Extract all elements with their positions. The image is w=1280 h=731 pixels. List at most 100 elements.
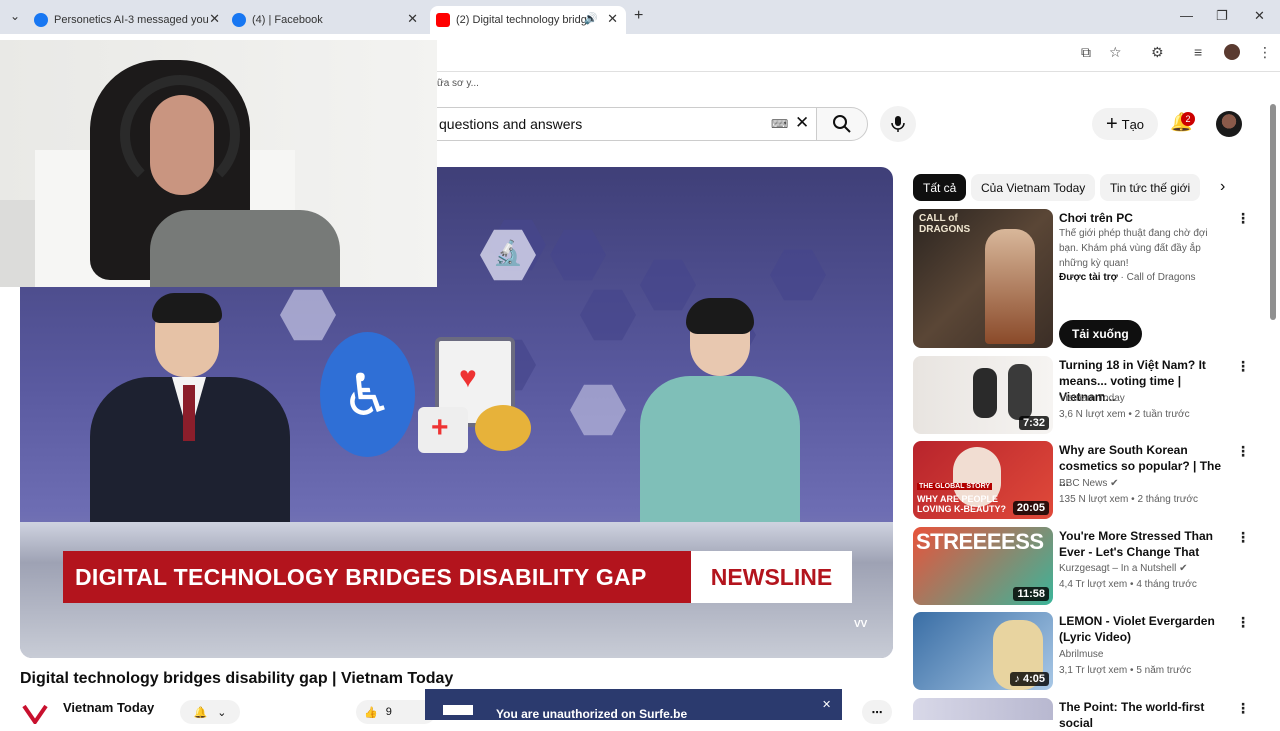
voice-search-button[interactable]	[880, 106, 916, 142]
related-channel[interactable]: Abrilmuse	[1059, 649, 1103, 660]
chip-vietnam-today[interactable]: Của Vietnam Today	[971, 174, 1096, 201]
browser-menu-icon[interactable]: ⋮	[1258, 44, 1272, 61]
related-more-icon[interactable]: ⋮	[1236, 529, 1250, 546]
related-thumbnail[interactable]: THE GLOBAL STORY WHY ARE PEOPLE LOVING K…	[913, 441, 1053, 519]
tab-label: (2) Digital technology bridg	[456, 14, 587, 26]
more-actions-icon[interactable]: ⋯	[862, 700, 892, 724]
related-thumbnail[interactable]: STREEEESS 11:58	[913, 527, 1053, 605]
tab-label: Personetics AI-3 messaged you	[54, 14, 209, 26]
thumb-caption: WHY ARE PEOPLE LOVING K-BEAUTY?	[917, 494, 1006, 514]
extensions-icon[interactable]: ⚙	[1151, 44, 1164, 61]
related-thumbnail[interactable]: 7:32	[913, 356, 1053, 434]
plus-icon: +	[1105, 113, 1118, 135]
like-button[interactable]: 👍 9	[356, 700, 436, 724]
chip-world-news[interactable]: Tin tức thế giới	[1100, 174, 1201, 201]
webcam-overlay[interactable]	[0, 40, 437, 287]
chip-all[interactable]: Tất cả	[913, 174, 967, 201]
ad-more-icon[interactable]: ⋮	[1236, 210, 1250, 227]
facebook-icon	[34, 13, 48, 27]
related-thumbnail[interactable]	[913, 698, 1053, 720]
facebook-icon	[232, 13, 246, 27]
video-duration: 20:05	[1012, 501, 1049, 515]
tab-label: (4) | Facebook	[252, 14, 323, 26]
related-more-icon[interactable]: ⋮	[1236, 443, 1250, 460]
related-more-icon[interactable]: ⋮	[1236, 700, 1250, 717]
channel-name[interactable]: Vietnam Today	[63, 700, 154, 715]
related-video-title[interactable]: You're More Stressed Than Ever - Let's C…	[1059, 528, 1229, 560]
channel-label: BBC News	[1059, 478, 1108, 489]
lower-third-brand: NEWSLINE	[691, 551, 852, 603]
related-thumbnail[interactable]: ♪ 4:05	[913, 612, 1053, 690]
person-shirt	[150, 210, 340, 287]
tab-search-chevron-icon[interactable]: ⌄	[10, 9, 20, 23]
advertiser-name: Call of Dragons	[1126, 272, 1196, 283]
ad-title[interactable]: Chơi trên PC	[1059, 210, 1229, 226]
related-stats: 3,1 Tr lượt xem • 5 năm trước	[1059, 665, 1192, 676]
webcam-edge	[0, 200, 35, 287]
thumb-person	[973, 368, 997, 418]
thumb-person	[1008, 364, 1032, 420]
related-more-icon[interactable]: ⋮	[1236, 614, 1250, 631]
create-label: Tạo	[1121, 116, 1145, 132]
window-close-icon[interactable]: ✕	[1254, 8, 1265, 24]
duration-label: 4:05	[1022, 673, 1045, 685]
chips-next-chevron-icon[interactable]: ›	[1220, 178, 1225, 196]
create-button[interactable]: + Tạo	[1092, 108, 1158, 140]
keyboard-icon[interactable]: ⌨	[771, 117, 788, 131]
male-anchor	[90, 293, 290, 537]
subscribe-bell-button[interactable]: 🔔 ⌄	[180, 700, 240, 724]
close-tab-icon[interactable]: ✕	[407, 11, 418, 27]
thumbs-up-icon: 👍	[364, 706, 378, 719]
sponsored-label: Được tài trợ	[1059, 272, 1118, 283]
surfe-banner[interactable]: You are unauthorized on Surfe.be ✕	[425, 689, 842, 721]
clear-search-icon[interactable]: ✕	[795, 113, 809, 133]
user-avatar[interactable]	[1216, 111, 1242, 137]
install-app-icon[interactable]: ⧉	[1081, 44, 1091, 61]
lower-third-headline: DIGITAL TECHNOLOGY BRIDGES DISABILITY GA…	[75, 564, 647, 590]
surfe-message: You are unauthorized on Surfe.be	[496, 707, 688, 721]
search-input[interactable]: questions and answers ⌨ ✕	[400, 107, 816, 141]
restore-icon[interactable]: ❐	[1216, 8, 1228, 24]
vietnam-today-logo-icon[interactable]	[22, 704, 48, 724]
hex-decoration	[570, 384, 626, 436]
close-tab-icon[interactable]: ✕	[607, 11, 618, 27]
banner-close-icon[interactable]: ✕	[822, 698, 831, 711]
bookmark-star-icon[interactable]: ☆	[1109, 44, 1122, 61]
microscope-icon: 🔬	[493, 240, 523, 267]
speaker-icon[interactable]: 🔊	[584, 12, 598, 25]
related-channel[interactable]: Kurzgesagt – In a Nutshell ✔	[1059, 563, 1187, 574]
related-more-icon[interactable]: ⋮	[1236, 358, 1250, 375]
bookmark-item[interactable]: ữa sơ y...	[437, 78, 479, 89]
media-control-icon[interactable]: ≡	[1194, 44, 1202, 60]
tab-personetics[interactable]: Personetics AI-3 messaged you ✕	[34, 6, 228, 34]
youtube-icon	[436, 13, 450, 27]
minimize-icon[interactable]: —	[1180, 8, 1193, 23]
video-title: Digital technology bridges disability ga…	[20, 670, 454, 687]
ad-thumbnail[interactable]: CALL of DRAGONS	[913, 209, 1053, 348]
tab-youtube-active[interactable]: (2) Digital technology bridg 🔊 ✕	[430, 6, 626, 34]
search-button[interactable]	[816, 107, 868, 141]
verified-icon: ✔	[1179, 563, 1188, 574]
profile-avatar[interactable]	[1224, 44, 1240, 60]
video-duration: 11:58	[1013, 587, 1049, 601]
hex-decoration	[580, 289, 636, 341]
related-channel[interactable]: Vietnam Today	[1059, 393, 1125, 404]
related-stats: 4,4 Tr lượt xem • 4 tháng trước	[1059, 579, 1197, 590]
bell-icon: 🔔	[193, 706, 208, 719]
tab-facebook[interactable]: (4) | Facebook ✕	[232, 6, 426, 34]
related-video-title[interactable]: The Point: The world-first social	[1059, 699, 1229, 731]
new-tab-plus-icon[interactable]: +	[634, 7, 643, 25]
microphone-icon	[891, 116, 905, 132]
search-query: questions and answers	[439, 116, 583, 132]
related-stats: 3,6 N lượt xem • 2 tuần trước	[1059, 409, 1190, 420]
related-channel[interactable]: BBC News ✔	[1059, 478, 1119, 489]
page-scrollbar[interactable]	[1270, 104, 1276, 320]
related-video-title[interactable]: LEMON - Violet Evergarden (Lyric Video)	[1059, 613, 1229, 645]
channel-watermark-icon: VV	[854, 619, 868, 630]
close-tab-icon[interactable]: ✕	[209, 11, 220, 27]
surfe-logo-icon	[443, 705, 473, 715]
related-stats: 135 N lượt xem • 2 tháng trước	[1059, 494, 1198, 505]
thumb-tag: THE GLOBAL STORY	[917, 483, 993, 490]
ad-download-button[interactable]: Tải xuống	[1059, 320, 1142, 348]
coins-icon	[475, 405, 531, 451]
